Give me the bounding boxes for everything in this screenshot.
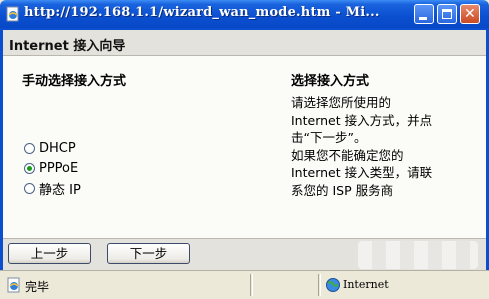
option-pppoe-label: PPPoE: [39, 160, 79, 176]
option-dhcp[interactable]: DHCP: [24, 140, 76, 156]
blurred-area: [358, 241, 478, 269]
status-divider: [250, 274, 253, 296]
status-divider: [318, 274, 321, 296]
next-button[interactable]: 下一步: [107, 243, 190, 264]
option-static-ip[interactable]: 静态 IP: [24, 180, 81, 198]
help-line: 如果您不能确定您的: [291, 147, 404, 163]
status-text: 完毕: [25, 280, 50, 294]
window-titlebar[interactable]: http://192.168.1.1/wizard_wan_mode.htm -…: [0, 0, 489, 28]
window-title: http://192.168.1.1/wizard_wan_mode.htm -…: [24, 5, 380, 20]
help-line: Internet 接入类型，请联: [291, 165, 433, 180]
option-pppoe[interactable]: PPPoE: [24, 160, 78, 176]
status-bar: 完毕 Internet: [0, 270, 489, 299]
wizard-content: Internet 接入向导 手动选择接入方式 DHCP PPPoE 静态 IP …: [3, 30, 486, 270]
help-line: 系您的 ISP 服务商: [291, 182, 394, 198]
close-icon: ✕: [464, 6, 476, 22]
radio-dhcp[interactable]: [24, 142, 35, 154]
wizard-panel: 手动选择接入方式 DHCP PPPoE 静态 IP 选择接入方式 请选择您所使用…: [3, 56, 486, 238]
minimize-button[interactable]: [414, 4, 434, 24]
zone-text: Internet: [343, 278, 389, 291]
left-heading: 手动选择接入方式: [22, 74, 127, 89]
maximize-button[interactable]: [437, 4, 457, 24]
maximize-icon: [442, 9, 452, 19]
wizard-footer: 上一步 下一步: [3, 238, 486, 270]
minimize-icon: [419, 17, 427, 20]
help-line: 请选择您所使用的: [291, 95, 392, 110]
right-heading: 选择接入方式: [291, 74, 370, 89]
option-static-ip-label: 静态 IP: [39, 182, 81, 198]
help-line: 击“下一步”。: [291, 130, 367, 145]
globe-icon: [326, 278, 340, 292]
prev-button[interactable]: 上一步: [8, 243, 91, 264]
ie-page-icon: [7, 277, 20, 293]
help-text: 请选择您所使用的 Internet 接入方式，并点 击“下一步”。 如果您不能确…: [291, 94, 471, 199]
wizard-header: Internet 接入向导: [3, 30, 486, 56]
close-button[interactable]: ✕: [460, 4, 480, 24]
ie-page-icon: [6, 6, 19, 22]
help-line: Internet 接入方式，并点: [291, 112, 433, 128]
radio-pppoe[interactable]: [24, 162, 35, 174]
radio-static-ip[interactable]: [24, 182, 35, 194]
wizard-title: Internet 接入向导: [9, 39, 126, 54]
option-dhcp-label: DHCP: [39, 140, 76, 156]
